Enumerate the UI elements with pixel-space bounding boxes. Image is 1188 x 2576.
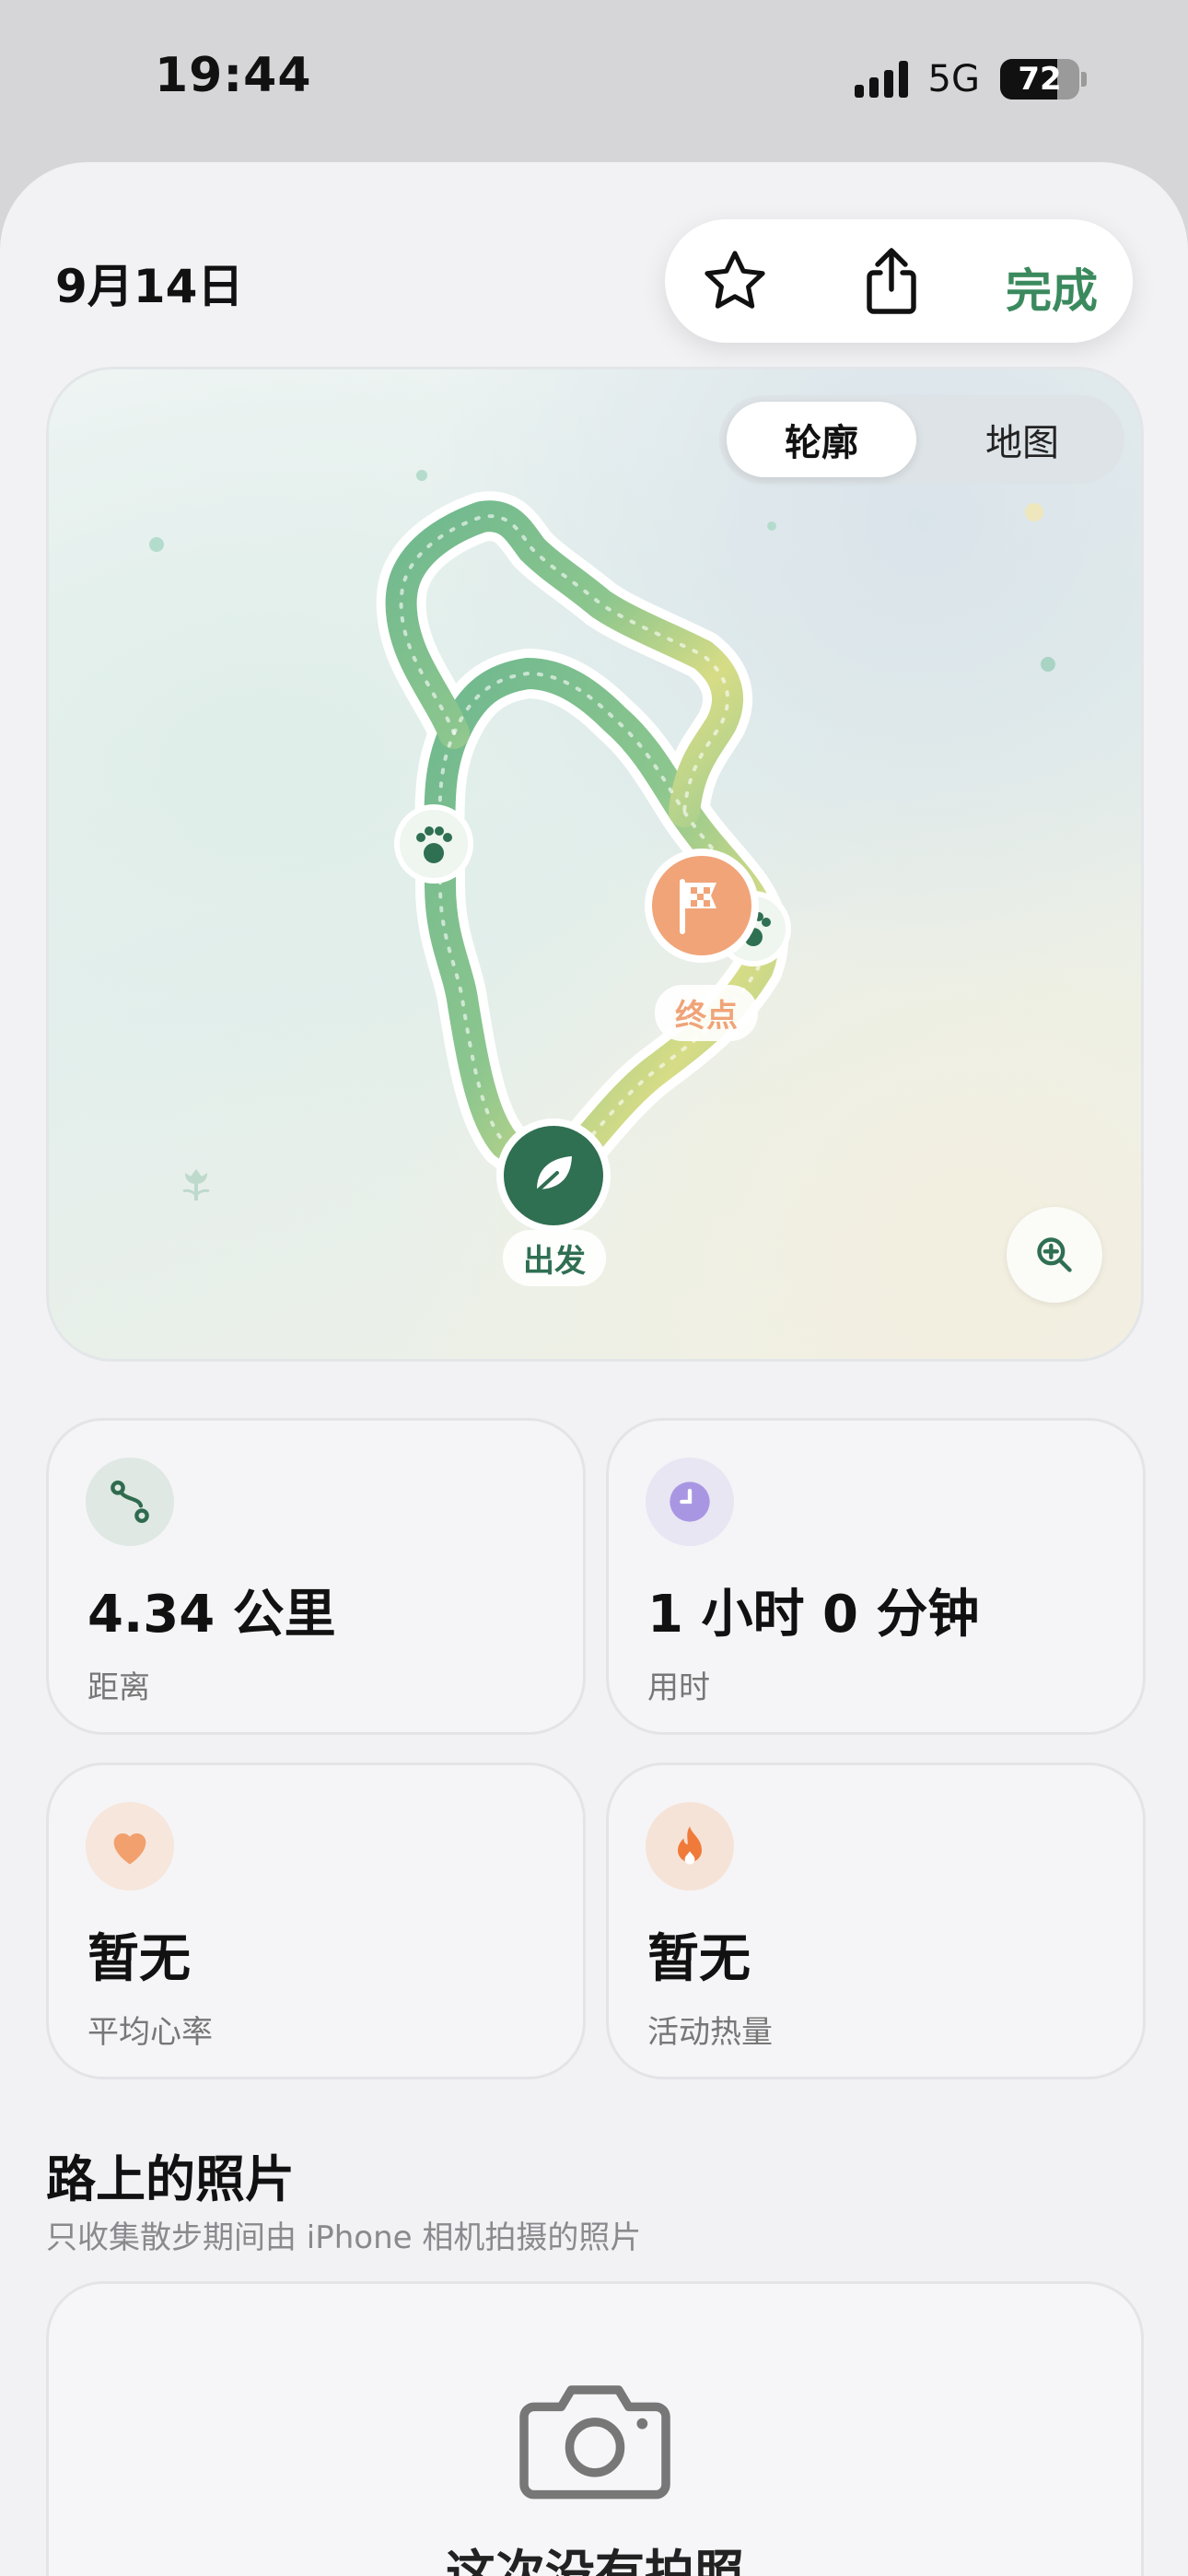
- battery-cap: [1081, 72, 1087, 87]
- decor-sparkle: [1025, 503, 1043, 521]
- duration-label: 用时: [647, 1669, 710, 1706]
- photos-card: 这次没有拍照: [46, 2281, 1144, 2576]
- route-icon: [111, 1481, 149, 1523]
- clock-icon: [670, 1481, 710, 1522]
- battery-icon: 72: [1000, 59, 1079, 100]
- camera-icon: [519, 2385, 670, 2500]
- done-button[interactable]: 完成: [1006, 254, 1098, 321]
- calories-value: 暂无: [647, 1929, 751, 1989]
- status-bar: 19:44 5G 72: [0, 0, 1188, 162]
- status-indicators: 5G 72: [854, 57, 1087, 101]
- walk-date: 9月14日: [55, 260, 244, 313]
- decor-dot: [1041, 657, 1055, 672]
- duration-value: 1 小时 0 分钟: [647, 1585, 980, 1645]
- segment-outline[interactable]: 轮廓: [727, 402, 916, 477]
- stat-card-duration: 1 小时 0 分钟 用时: [606, 1418, 1146, 1735]
- cellular-signal-icon: [854, 61, 908, 98]
- decor-dot: [416, 470, 427, 481]
- battery-level: 72: [1018, 61, 1062, 98]
- heart-rate-label: 平均心率: [87, 2014, 213, 2051]
- start-marker-label: 出发: [503, 1230, 606, 1286]
- start-leaf-icon: [496, 1118, 611, 1233]
- route-outline: [149, 470, 1055, 1233]
- flame-icon: [678, 1826, 702, 1865]
- calories-label: 活动热量: [647, 2014, 773, 2051]
- stat-icon-bg: [86, 1458, 174, 1546]
- end-marker-label: 终点: [655, 985, 758, 1041]
- stat-card-calories: 暂无 活动热量: [606, 1762, 1146, 2079]
- star-icon: [705, 251, 765, 309]
- photos-empty-text: 这次没有拍照: [446, 2545, 744, 2576]
- segment-map[interactable]: 地图: [927, 402, 1117, 477]
- stat-card-heart-rate: 暂无 平均心率: [46, 1762, 586, 2079]
- network-type: 5G: [927, 58, 980, 100]
- zoom-in-icon: [1037, 1237, 1072, 1272]
- end-flag-icon: [645, 849, 759, 963]
- stat-card-distance: 4.34 公里 距离: [46, 1418, 586, 1735]
- walk-detail-sheet: 9月14日 完成 终点 出发 轮廓 地图 4.34 公里 距离 1 小时 0 分…: [0, 162, 1188, 2576]
- stat-icon-bg: [86, 1802, 174, 1891]
- zoom-button[interactable]: [1007, 1207, 1102, 1303]
- waypoint-paw-icon: [394, 804, 473, 884]
- stat-icon-bg: [646, 1458, 734, 1546]
- tulip-icon: [182, 1169, 210, 1200]
- decor-dot: [767, 521, 776, 531]
- heart-rate-value: 暂无: [87, 1929, 191, 1989]
- status-time: 19:44: [155, 48, 312, 103]
- share-icon: [867, 248, 916, 314]
- stat-icon-bg: [646, 1802, 734, 1891]
- heart-icon: [113, 1832, 146, 1865]
- share-button[interactable]: [855, 244, 928, 318]
- photos-section-subtitle: 只收集散步期间由 iPhone 相机拍摄的照片: [46, 2219, 642, 2256]
- distance-value: 4.34 公里: [87, 1585, 336, 1645]
- decor-dot: [149, 537, 164, 552]
- favorite-button[interactable]: [698, 244, 772, 318]
- route-map-card: 终点 出发 轮廓 地图: [46, 367, 1144, 1362]
- photos-section-title: 路上的照片: [46, 2150, 295, 2208]
- distance-label: 距离: [87, 1669, 150, 1706]
- view-mode-segmented-control: 轮廓 地图: [719, 395, 1124, 484]
- header-toolbar: 完成: [665, 219, 1133, 343]
